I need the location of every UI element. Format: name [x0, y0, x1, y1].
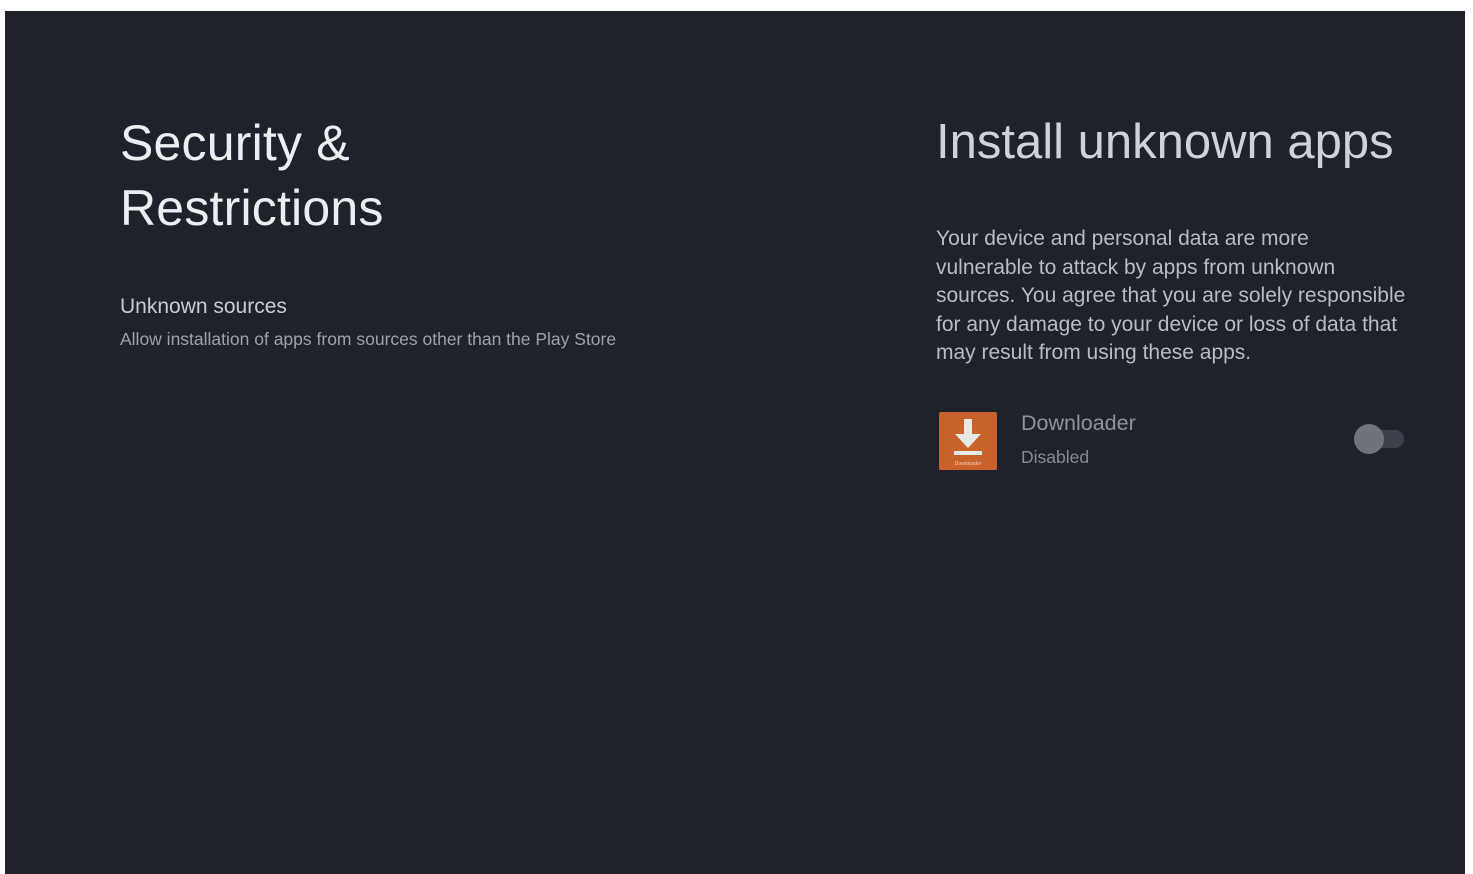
unknown-sources-setting[interactable]: Unknown sources Allow installation of ap…: [120, 293, 640, 351]
install-permission-toggle[interactable]: [1352, 423, 1406, 454]
app-status: Disabled: [1021, 446, 1090, 467]
page-title-line-1: Security &: [120, 115, 350, 171]
page-title: Security & Restrictions: [120, 111, 640, 241]
panel-title: Install unknown apps: [936, 115, 1394, 169]
page-title-line-2: Restrictions: [120, 180, 384, 236]
tv-settings-screen: Security & Restrictions Unknown sources …: [5, 11, 1465, 874]
app-list-item-downloader[interactable]: Downloader Downloader Disabled: [936, 408, 1406, 474]
setting-description: Allow installation of apps from sources …: [120, 329, 617, 349]
install-unknown-apps-panel: Install unknown apps Your device and per…: [936, 111, 1446, 474]
settings-category-pane: Security & Restrictions Unknown sources …: [120, 111, 640, 351]
panel-description: Your device and personal data are more v…: [936, 227, 1406, 364]
downloader-app-icon: Downloader: [939, 411, 997, 470]
toggle-thumb: [1354, 423, 1384, 454]
setting-title: Unknown sources: [120, 295, 287, 318]
app-name: Downloader: [1021, 410, 1136, 435]
download-arrow-icon: Downloader: [954, 418, 982, 467]
app-icon-caption: Downloader: [955, 461, 982, 467]
